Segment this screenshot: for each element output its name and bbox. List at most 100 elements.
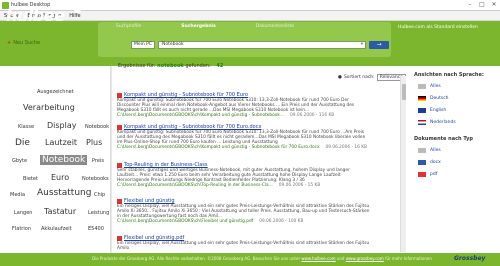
results-scrollbar[interactable] bbox=[400, 76, 406, 252]
tag-cloud-term[interactable]: Die bbox=[15, 138, 30, 148]
dutch-flag-icon bbox=[418, 120, 426, 125]
tab-suchprofile[interactable]: Suchprofile bbox=[116, 24, 141, 29]
docx-file-icon bbox=[418, 160, 426, 165]
scrollbar-thumb[interactable] bbox=[402, 84, 406, 100]
set-default-link[interactable]: Hulbee.com als Standard einstellen bbox=[398, 25, 478, 30]
new-search-link[interactable]: + Neu Suche bbox=[7, 40, 40, 46]
sort-label: Sortiert nach: bbox=[343, 75, 375, 80]
facet-label: English bbox=[430, 108, 447, 113]
source-select[interactable]: Mein PC bbox=[131, 41, 155, 49]
facet-language-nederlands[interactable]: Nederlands bbox=[418, 120, 456, 125]
logo-bee-icon bbox=[74, 6, 81, 13]
facet-label: pdf bbox=[430, 172, 438, 177]
all-types-icon bbox=[418, 148, 426, 153]
tag-cloud-term[interactable]: Gbyte bbox=[12, 158, 27, 164]
tag-cloud-term[interactable]: Ausstattung bbox=[37, 188, 91, 198]
window-controls: – □ ✕ bbox=[466, 1, 498, 9]
pdf-file-icon bbox=[418, 172, 426, 177]
footer-connector: und bbox=[336, 256, 345, 261]
result-url[interactable]: C:\Users\.berg\Documents\GBOOKS\ch\Kompa… bbox=[117, 145, 370, 150]
menu-item-hilfe[interactable]: Hilfe bbox=[69, 13, 80, 19]
tag-cloud-term-selected[interactable]: Notebook bbox=[40, 155, 88, 165]
tab-dokumentenliste[interactable]: Dokumentenliste bbox=[256, 24, 294, 29]
tag-cloud-term[interactable]: Leistung bbox=[88, 210, 109, 216]
search-row: Mein PC Notebook ▾ → bbox=[131, 41, 389, 49]
footer-link-hulbee[interactable]: www.hulbee.com bbox=[301, 256, 335, 261]
result-url[interactable]: C:\Users\.berg\Documents\GBOOKS\ch\Top-R… bbox=[117, 183, 370, 188]
tag-cloud-term[interactable]: Chip bbox=[94, 192, 105, 198]
all-languages-icon bbox=[418, 84, 426, 89]
tag-cloud-term[interactable]: Langen bbox=[14, 210, 32, 216]
tag-cloud-term[interactable]: Klasse bbox=[18, 124, 34, 130]
tag-cloud-term[interactable]: Euro bbox=[51, 173, 69, 182]
result-snippet: Ein riesiges Display, viel Ausstattung u… bbox=[117, 204, 370, 219]
result-meta: 09.06.2006 - 116 KB bbox=[290, 113, 335, 118]
facet-label: docx bbox=[430, 160, 441, 165]
footer-tail: für mehr Informationen bbox=[385, 256, 432, 261]
tag-cloud-term[interactable]: Plus bbox=[86, 138, 102, 147]
close-icon[interactable]: ✕ bbox=[490, 1, 498, 9]
header-tabs: Suchprofile Suchergebnis Dokumentenliste bbox=[116, 24, 294, 29]
search-query-text: Notebook bbox=[162, 42, 184, 47]
hulbee-logo: hulbee bbox=[6, 6, 65, 25]
result-path: C:\Users\.berg\Documents\GBOOKS\ch\Kompa… bbox=[117, 145, 320, 150]
tag-cloud-term[interactable]: Verarbeitung bbox=[23, 103, 75, 112]
result-snippet: Ein riesiges Display, viel Ausstattung u… bbox=[117, 241, 370, 251]
facet-type-docx[interactable]: docx bbox=[418, 160, 441, 165]
search-input[interactable]: Notebook ▾ bbox=[158, 41, 366, 49]
facet-label: Nederlands bbox=[430, 120, 456, 125]
sort-radio-icon[interactable]: ● bbox=[338, 75, 342, 80]
document-icon bbox=[117, 235, 122, 241]
app-footer: Die Produkte der Grossberg AG. Alle Rech… bbox=[0, 253, 500, 266]
maximize-icon[interactable]: □ bbox=[478, 1, 486, 9]
document-icon bbox=[117, 124, 122, 130]
minimize-icon[interactable]: – bbox=[466, 1, 474, 9]
tag-cloud-term[interactable]: E5400 bbox=[88, 226, 104, 232]
facet-label: Alles bbox=[430, 148, 441, 153]
footer-link-grossbey[interactable]: www.grossbey.com bbox=[346, 256, 384, 261]
footer-text: Die Produkte der Grossberg AG. Alle Rech… bbox=[92, 256, 432, 261]
result-snippet: Kompakt und günstig: Subnotebook für 700… bbox=[117, 98, 355, 113]
tag-cloud-term[interactable]: Preis bbox=[92, 158, 104, 164]
tag-cloud-term[interactable]: Display bbox=[47, 121, 77, 130]
result-item: Flexibel und günstig Ein riesiges Displa… bbox=[117, 198, 370, 224]
results-term: notebook bbox=[157, 63, 184, 69]
facet-type-pdf[interactable]: pdf bbox=[418, 172, 437, 177]
grossbey-logo: Grossbey bbox=[454, 255, 486, 262]
search-button[interactable]: → bbox=[369, 41, 389, 49]
new-search-label: Neu Suche bbox=[13, 40, 41, 46]
result-item: Kompakt und günstig - Subnotebook für 70… bbox=[117, 92, 370, 118]
tag-cloud-term[interactable]: Notebooks bbox=[82, 176, 109, 182]
result-path: C:\Users\.berg\Documents\GBOOKS\ch\Kompa… bbox=[117, 113, 285, 118]
tag-cloud-term[interactable]: Media bbox=[10, 192, 25, 198]
facet-type-alles[interactable]: Alles bbox=[418, 148, 441, 153]
tag-cloud-term[interactable]: Tastatur bbox=[44, 207, 76, 216]
chevron-down-icon[interactable]: ▾ bbox=[361, 42, 363, 48]
tag-cloud-term[interactable]: Bietet bbox=[23, 176, 38, 182]
facet-language-deutsch[interactable]: Deutsch bbox=[418, 96, 449, 101]
tag-cloud-term[interactable]: Notebook bbox=[85, 124, 109, 130]
result-url[interactable]: C:\Users\.berg\Documents\GBOOKS\ch\Kompa… bbox=[117, 113, 370, 118]
results-found-label: gefunden: bbox=[185, 63, 211, 69]
result-item: Flexibel und günstig.pdf Ein riesiges Di… bbox=[117, 235, 370, 251]
tag-cloud-term[interactable]: Flatrion bbox=[12, 226, 31, 232]
results-prefix: Ergebnisse für: bbox=[118, 63, 156, 69]
tag-cloud-term[interactable]: Ausgezeichnet bbox=[37, 89, 74, 95]
results-header: Ergebnisse für: notebook gefunden: 42 bbox=[118, 63, 223, 69]
facet-language-english[interactable]: English bbox=[418, 108, 446, 113]
sort-control: ● Sortiert nach: Relevance bbox=[338, 74, 406, 81]
tag-cloud-panel: Ausgezeichnet Verarbeitung Klasse Displa… bbox=[0, 66, 111, 253]
facet-label: Alles bbox=[430, 84, 441, 89]
result-snippet: Kompakt und günstig: Subnotebook für 700… bbox=[117, 130, 366, 145]
tag-cloud-term[interactable]: Lautzeit bbox=[45, 138, 77, 147]
document-icon bbox=[117, 198, 122, 204]
tag-cloud-term[interactable]: Akkulaufzeit bbox=[41, 226, 72, 232]
document-icon bbox=[117, 92, 122, 98]
tab-suchergebnis[interactable]: Suchergebnis bbox=[181, 24, 216, 29]
result-url[interactable]: C:\Users\.berg\Documents\GBOOKS\ch\Flexi… bbox=[117, 219, 370, 224]
result-item: Top-Reuling in der Business-Class Sehr s… bbox=[117, 162, 370, 188]
facet-language-alles[interactable]: Alles bbox=[418, 84, 441, 89]
result-meta: 09.06.2006 - 100 KB bbox=[259, 219, 304, 224]
result-meta: 09.06.2006 - 15 KB bbox=[278, 183, 321, 188]
german-flag-icon bbox=[418, 96, 426, 101]
